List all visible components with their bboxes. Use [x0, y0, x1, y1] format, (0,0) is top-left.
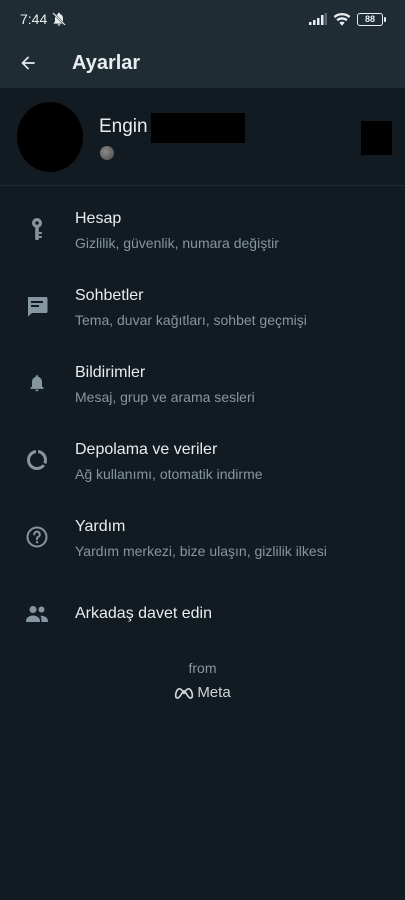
profile-row[interactable]: Engin [0, 88, 405, 186]
meta-logo-icon [175, 687, 194, 699]
menu-text: Depolama ve veriler Ağ kullanımı, otomat… [75, 441, 263, 482]
menu-item-chats[interactable]: Sohbetler Tema, duvar kağıtları, sohbet … [0, 267, 405, 344]
menu-text: Sohbetler Tema, duvar kağıtları, sohbet … [75, 287, 307, 328]
menu-subtitle: Gizlilik, güvenlik, numara değiştir [75, 235, 279, 251]
battery-indicator: 88 [357, 12, 386, 26]
data-usage-icon [22, 445, 52, 475]
key-icon [22, 214, 52, 244]
menu-item-storage[interactable]: Depolama ve veriler Ağ kullanımı, otomat… [0, 421, 405, 498]
page-title: Ayarlar [72, 51, 141, 74]
menu-title: Depolama ve veriler [75, 441, 218, 458]
menu-subtitle: Mesaj, grup ve arama sesleri [75, 389, 255, 405]
back-button[interactable] [0, 38, 58, 88]
menu-title: Hesap [75, 210, 122, 227]
about-emoji-icon [100, 146, 114, 160]
menu-text: Yardım Yardım merkezi, bize ulaşın, gizl… [75, 518, 327, 559]
profile-name: Engin [99, 116, 148, 137]
menu-title: Sohbetler [75, 287, 144, 304]
people-icon [22, 599, 52, 629]
status-bar: 7:44 88 [0, 0, 405, 38]
menu-item-help[interactable]: Yardım Yardım merkezi, bize ulaşın, gizl… [0, 498, 405, 575]
notifications-off-icon [52, 12, 66, 26]
wifi-icon [333, 12, 351, 26]
redacted-qr-block[interactable] [361, 121, 392, 155]
status-time: 7:44 [20, 11, 48, 27]
bell-icon [22, 368, 52, 398]
meta-label: Meta [197, 684, 231, 701]
menu-text: Bildirimler Mesaj, grup ve arama sesleri [75, 364, 255, 405]
menu-item-notifications[interactable]: Bildirimler Mesaj, grup ve arama sesleri [0, 344, 405, 421]
redacted-name-block [151, 113, 245, 143]
settings-menu: Hesap Gizlilik, güvenlik, numara değişti… [0, 190, 405, 652]
from-meta-footer: from Meta [0, 660, 405, 701]
avatar[interactable] [17, 102, 83, 172]
app-bar: Ayarlar [0, 38, 405, 88]
help-icon [22, 522, 52, 552]
menu-subtitle: Yardım merkezi, bize ulaşın, gizlilik il… [75, 543, 327, 559]
menu-title: Yardım [75, 518, 126, 535]
menu-item-account[interactable]: Hesap Gizlilik, güvenlik, numara değişti… [0, 190, 405, 267]
meta-brand: Meta [0, 684, 405, 701]
status-left: 7:44 [20, 11, 67, 27]
signal-icon [309, 13, 327, 25]
menu-title: Bildirimler [75, 364, 146, 381]
menu-text: Arkadaş davet edin [75, 605, 212, 623]
menu-subtitle: Ağ kullanımı, otomatik indirme [75, 466, 263, 482]
from-label: from [188, 660, 217, 676]
arrow-back-icon [21, 56, 35, 70]
menu-subtitle: Tema, duvar kağıtları, sohbet geçmişi [75, 312, 307, 328]
menu-text: Hesap Gizlilik, güvenlik, numara değişti… [75, 210, 279, 251]
menu-title: Arkadaş davet edin [75, 605, 212, 622]
menu-item-invite[interactable]: Arkadaş davet edin [0, 575, 405, 652]
status-right: 88 [309, 12, 386, 26]
chat-icon [22, 291, 52, 321]
